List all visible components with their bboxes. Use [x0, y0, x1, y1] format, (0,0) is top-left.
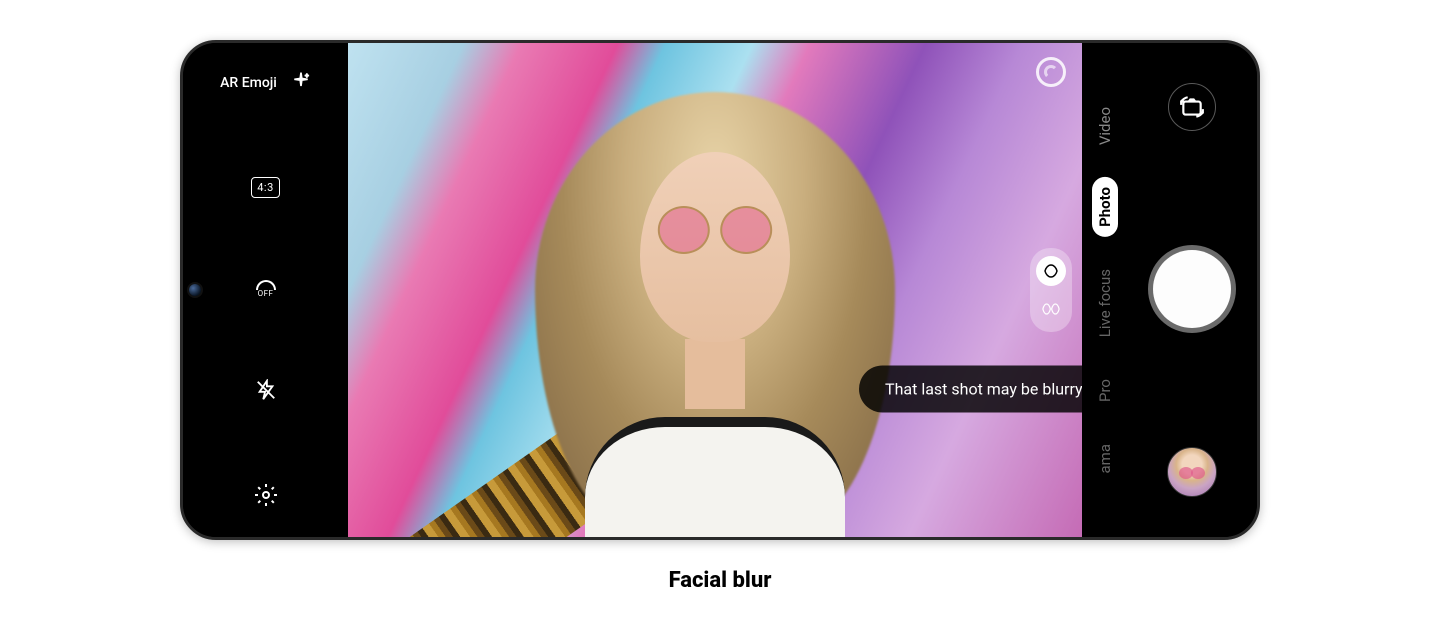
timer-label: OFF — [258, 289, 274, 298]
front-camera-lens — [189, 284, 201, 296]
camera-right-controls — [1127, 43, 1257, 537]
switch-camera-button[interactable] — [1168, 83, 1216, 131]
shutter-button[interactable] — [1153, 250, 1231, 328]
flash-button[interactable] — [255, 379, 277, 401]
phone-frame: AR Emoji 4:3 OFF — [180, 40, 1260, 540]
mode-item-pro[interactable]: Pro — [1092, 369, 1118, 412]
camera-top-controls: AR Emoji 4:3 OFF — [183, 43, 348, 537]
aspect-ratio-label: 4:3 — [257, 181, 274, 194]
scene-optimizer-icon[interactable] — [1036, 57, 1066, 87]
gallery-thumbnail-button[interactable] — [1167, 447, 1217, 497]
viewfinder-subject-shirt — [585, 417, 845, 537]
mode-item-video[interactable]: Video — [1092, 97, 1118, 155]
mode-item-live-focus[interactable]: Live focus — [1092, 259, 1118, 347]
zoom-toggle[interactable] — [1030, 248, 1072, 332]
timer-button[interactable]: OFF — [256, 280, 276, 298]
camera-mode-rail[interactable]: Video Photo Live focus Pro ama — [1082, 43, 1127, 537]
blur-warning-toast: That last shot may be blurry. — [859, 365, 1082, 412]
viewfinder-subject-glasses — [720, 206, 772, 254]
mode-item-photo[interactable]: Photo — [1092, 177, 1118, 237]
toast-message: That last shot may be blurry. — [885, 379, 1082, 398]
viewfinder-subject-glasses — [658, 206, 710, 254]
effects-sparkle-icon[interactable] — [291, 71, 311, 95]
ar-emoji-button[interactable]: AR Emoji — [220, 71, 311, 95]
zoom-normal-icon[interactable] — [1036, 256, 1066, 286]
feature-caption: Facial blur — [669, 568, 772, 593]
zoom-wide-icon[interactable] — [1036, 294, 1066, 324]
camera-viewfinder[interactable]: That last shot may be blurry. — [348, 43, 1082, 537]
viewfinder-subject-neck — [685, 339, 745, 409]
aspect-ratio-button[interactable]: 4:3 — [251, 177, 280, 198]
mode-item-panorama[interactable]: ama — [1092, 434, 1118, 483]
ar-emoji-label: AR Emoji — [220, 75, 277, 91]
settings-button[interactable] — [254, 483, 278, 507]
